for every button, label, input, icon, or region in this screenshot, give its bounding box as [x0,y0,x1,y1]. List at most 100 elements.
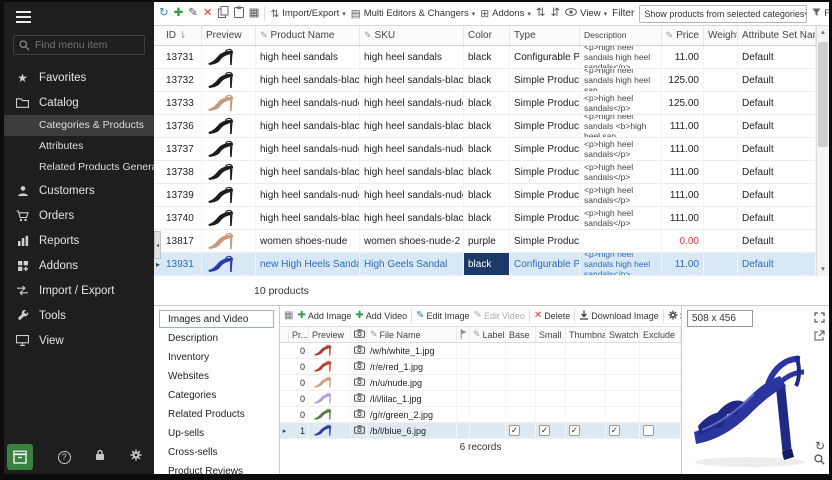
edit-icon[interactable]: ✎ [188,8,198,20]
rotate-icon[interactable]: ↻ [815,440,825,452]
copy-icon[interactable] [218,6,229,22]
column-header-flag[interactable] [457,327,470,342]
columns-icon[interactable]: ▦ [249,8,260,20]
vertical-scrollbar[interactable]: ▲ ▼ [816,26,829,276]
column-header-base[interactable]: Base [506,327,536,342]
set-resize-rule-button[interactable]: Set Resize Rule▾ [668,310,681,323]
product-row[interactable]: 13817women shoes-nudewomen shoes-nude-2p… [154,230,816,253]
product-row[interactable]: 13731high heel sandalshigh heel sandalsb… [154,46,816,69]
image-row[interactable]: 0/r/e/red_1.jpg [280,359,681,375]
tab-description[interactable]: Description [159,329,274,347]
column-header-exclude[interactable]: Exclude [640,327,681,342]
product-row[interactable]: ▸13931new High Heels SandalsHigh Geels S… [154,253,816,276]
sort-desc-icon[interactable]: ⇵ [551,8,561,20]
view-button[interactable]: View▾ [565,8,607,19]
column-header-position[interactable]: Pr... [289,327,309,342]
tab-cross-sells[interactable]: Cross-sells [159,443,274,461]
column-header-cam[interactable] [351,327,367,342]
refresh-icon[interactable]: ↻ [159,8,169,20]
column-header-file_name[interactable]: ✎File Name [367,327,457,342]
download-image-button[interactable]: Download Image [579,310,659,323]
delete-button[interactable]: ✕Delete [534,311,570,321]
sidebar-item-tools[interactable]: Tools [4,303,154,328]
column-header-preview[interactable]: Preview [202,26,256,45]
sidebar-item-view[interactable]: View [4,328,154,353]
column-header-color[interactable]: Color [464,26,510,45]
search-input[interactable] [13,35,145,55]
product-row[interactable]: 13736high heel sandals-black-36high heel… [154,115,816,138]
product-row[interactable]: 13737high heel sandals-nude-36high heel … [154,138,816,161]
filter-select[interactable]: Show products from selected categories▾ [639,5,807,23]
scroll-down-icon[interactable]: ▼ [817,263,829,276]
column-header-type[interactable]: Type [510,26,580,45]
tab-websites[interactable]: Websites [159,367,274,385]
gear-icon[interactable] [130,448,142,466]
store-manager-icon[interactable] [7,444,33,470]
fullscreen-icon[interactable] [814,311,825,327]
addons-button[interactable]: ⊞Addons▾ [480,8,531,20]
product-row[interactable]: 13739high heel sandals-nude-37high heel … [154,184,816,207]
sidebar-item-import-export[interactable]: Import / Export [4,278,154,303]
image-row[interactable]: 0/w/h/white_1.jpg [280,343,681,359]
image-row[interactable]: 0/l/i/lilac_1.jpg [280,391,681,407]
paste-icon[interactable] [234,6,244,22]
column-header-sku[interactable]: ✎SKU [360,26,464,45]
image-row[interactable]: 0/n/u/nude.jpg [280,375,681,391]
help-icon[interactable]: ? [58,451,71,464]
product-row[interactable]: 13738high heel sandals-black-37high heel… [154,161,816,184]
image-row[interactable]: ▸1/b/l/blue_6.jpg✓✓✓✓ [280,423,681,439]
checkbox-exclude[interactable] [643,425,654,436]
sidebar-item-addons[interactable]: Addons [4,253,154,278]
column-header-name[interactable]: ✎Product Name [256,26,360,45]
checkbox-base[interactable]: ✓ [509,425,520,436]
product-row[interactable]: 13732high heel sandals-blackhigh heel sa… [154,69,816,92]
grid-icon[interactable]: ▦ [284,311,293,321]
tab-up-sells[interactable]: Up-sells [159,424,274,442]
sidebar-item-favorites[interactable]: ★Favorites [4,65,154,90]
column-header-thumbnail[interactable]: Thumbna [566,327,606,342]
checkbox-swatch[interactable]: ✓ [609,425,620,436]
scroll-up-icon[interactable]: ▲ [817,26,829,39]
tab-categories[interactable]: Categories [159,386,274,404]
sort-asc-icon[interactable]: ⇅ [536,8,546,20]
tab-inventory[interactable]: Inventory [159,348,274,366]
image-size-input[interactable] [687,310,753,327]
multi-editors-button[interactable]: ▤Multi Editors & Changers▾ [351,8,476,20]
tab-images-and-video[interactable]: Images and Video [159,310,274,328]
column-header-label[interactable]: ✎Label [470,327,506,342]
product-row[interactable]: 13733high heel sandals-nudehigh heel san… [154,92,816,115]
product-row[interactable]: 13740high heel sandals-black-38high heel… [154,207,816,230]
column-header-small[interactable]: Small [536,327,566,342]
sidebar-item-orders[interactable]: Orders [4,203,154,228]
menu-icon[interactable] [4,2,154,31]
tab-product-reviews[interactable]: Product Reviews [159,462,274,474]
column-header-description[interactable]: Description [580,26,662,45]
add-image-button[interactable]: ✚Add Image [297,311,351,321]
column-header-price[interactable]: ✎Price [662,26,704,45]
checkbox-thumbnail[interactable]: ✓ [569,425,580,436]
checkbox-small[interactable]: ✓ [539,425,550,436]
column-header-swatch[interactable]: Swatch [606,327,640,342]
delete-icon[interactable]: ✕ [203,8,213,20]
edit-video-button[interactable]: ✎Edit Video [474,311,525,321]
image-row[interactable]: 0/g/r/green_2.jpg [280,407,681,423]
zoom-icon[interactable] [814,453,825,469]
sidebar-item-related-products-generator[interactable]: Related Products Generator [4,157,154,178]
add-video-button[interactable]: ✚Add Video [355,311,407,321]
sidebar-item-categories-products[interactable]: Categories & Products [4,115,154,136]
import-export-button[interactable]: ⇅Import/Export▾ [270,8,345,20]
column-header-attribute_set[interactable]: Attribute Set Name [738,26,816,45]
edit-image-button[interactable]: ✎Edit Image [416,311,469,321]
sidebar-item-attributes[interactable]: Attributes [4,136,154,157]
sidebar-item-customers[interactable]: Customers [4,178,154,203]
sidebar-item-reports[interactable]: Reports [4,228,154,253]
scrollbar-thumb[interactable] [818,42,828,147]
lock-icon[interactable] [95,448,105,466]
column-header-id[interactable]: ID⇂ [162,26,202,45]
splitter-collapse-handle[interactable]: ◂ [154,231,161,259]
tab-related-products[interactable]: Related Products [159,405,274,423]
column-header-weight[interactable]: Weight [704,26,738,45]
column-header-preview[interactable]: Preview [309,327,351,342]
add-icon[interactable]: ✚ [174,8,184,20]
sidebar-item-catalog[interactable]: Catalog [4,90,154,115]
